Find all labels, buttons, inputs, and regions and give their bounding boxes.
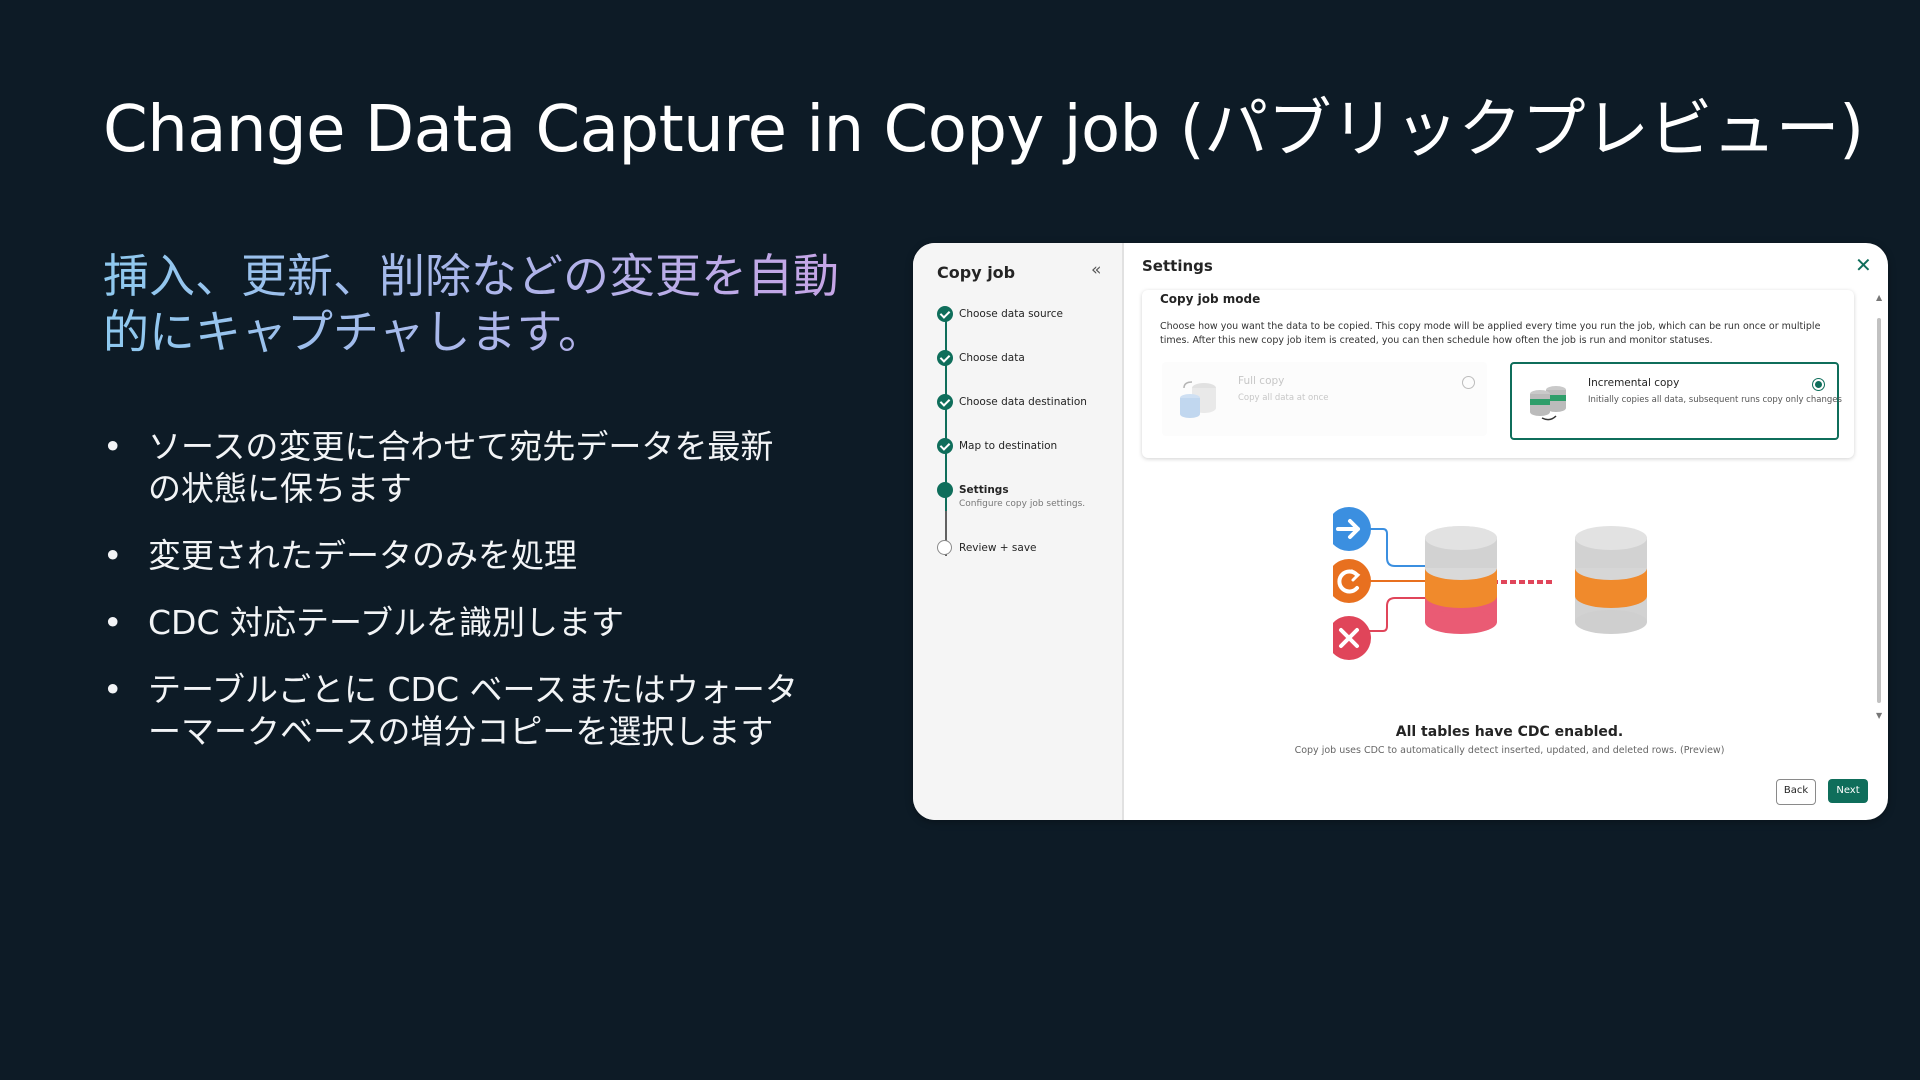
- delete-x-icon: [1333, 616, 1371, 660]
- check-icon: [937, 438, 953, 454]
- option-title: Full copy: [1238, 375, 1285, 387]
- incremental-copy-icon: [1530, 386, 1566, 421]
- copy-job-mode-description: Choose how you want the data to be copie…: [1160, 321, 1821, 346]
- option-description: Copy all data at once: [1238, 393, 1329, 403]
- bullet-text: 変更されたデータのみを処理: [148, 536, 577, 575]
- bullet-dot: •: [103, 427, 123, 466]
- sidebar-title: Copy job: [937, 263, 1016, 282]
- cdc-status-description: Copy job uses CDC to automatically detec…: [1294, 745, 1725, 756]
- bullet-item: • テーブルごとに CDC ベースまたはウォーターマークベースの増分コピーを選択し…: [103, 669, 803, 753]
- step-label: Settings: [959, 484, 1009, 496]
- bullet-text: CDC 対応テーブルを識別します: [148, 603, 625, 642]
- bullet-item: • 変更されたデータのみを処理: [103, 535, 803, 577]
- copy-job-sidebar: Copy job « Choose data source Choose dat…: [913, 243, 1124, 820]
- step-sublabel: Configure copy job settings.: [959, 499, 1086, 509]
- check-icon: [937, 394, 953, 410]
- settings-title: Settings: [1142, 257, 1213, 275]
- option-description: Initially copies all data, subsequent ru…: [1588, 395, 1842, 405]
- incremental-copy-radio[interactable]: [1812, 378, 1825, 391]
- check-icon: [937, 350, 953, 366]
- cdc-status-title: All tables have CDC enabled.: [1395, 724, 1624, 740]
- insert-arrow-icon: [1333, 507, 1371, 551]
- incremental-copy-option[interactable]: Incremental copy Initially copies all da…: [1510, 362, 1842, 440]
- update-refresh-icon: [1333, 559, 1371, 603]
- slide-title: Change Data Capture in Copy job (パブリックプレ…: [103, 93, 1864, 167]
- scroll-up-icon[interactable]: ▲: [1876, 293, 1882, 302]
- collapse-icon[interactable]: «: [1091, 260, 1101, 280]
- step-label: Choose data destination: [959, 396, 1087, 408]
- step-label: Map to destination: [959, 440, 1058, 452]
- next-button[interactable]: Next: [1828, 779, 1868, 803]
- copy-job-mode-title: Copy job mode: [1160, 292, 1261, 306]
- copy-job-mode-card: Copy job mode Choose how you want the da…: [1142, 290, 1854, 458]
- scrollbar-thumb[interactable]: [1877, 318, 1881, 703]
- headline: 挿入、更新、削除などの変更を自動的にキャプチャします。: [103, 248, 883, 360]
- source-database-icon: [1425, 526, 1497, 634]
- close-icon[interactable]: ✕: [1855, 253, 1872, 277]
- back-button[interactable]: Back: [1776, 779, 1816, 805]
- copy-job-screenshot: Copy job « Choose data source Choose dat…: [913, 243, 1888, 820]
- bullet-text: ソースの変更に合わせて宛先データを最新の状態に保ちます: [148, 427, 774, 508]
- bullet-dot: •: [103, 603, 123, 642]
- step-label: Choose data: [959, 352, 1025, 364]
- bullet-list: • ソースの変更に合わせて宛先データを最新の状態に保ちます • 変更されたデータのみ…: [103, 426, 803, 778]
- check-icon: [937, 306, 953, 322]
- full-copy-radio[interactable]: [1462, 376, 1475, 389]
- current-step-icon: [937, 482, 953, 498]
- step-label: Review + save: [959, 542, 1037, 554]
- pending-step-icon: [937, 540, 952, 555]
- bullet-dot: •: [103, 536, 123, 575]
- bullet-text: テーブルごとに CDC ベースまたはウォーターマークベースの増分コピーを選択しま…: [148, 670, 798, 751]
- destination-database-icon: [1575, 526, 1647, 634]
- full-copy-option[interactable]: Full copy Copy all data at once: [1162, 362, 1487, 436]
- full-copy-icon: [1180, 381, 1216, 418]
- bullet-item: • ソースの変更に合わせて宛先データを最新の状態に保ちます: [103, 426, 803, 510]
- cdc-diagram: [1333, 507, 1647, 660]
- scroll-down-icon[interactable]: ▼: [1876, 711, 1882, 720]
- bullet-item: • CDC 対応テーブルを識別します: [103, 602, 803, 644]
- option-title: Incremental copy: [1588, 377, 1680, 389]
- step-label: Choose data source: [959, 308, 1063, 320]
- bullet-dot: •: [103, 670, 123, 709]
- scrollbar[interactable]: ▲ ▼: [1876, 293, 1882, 720]
